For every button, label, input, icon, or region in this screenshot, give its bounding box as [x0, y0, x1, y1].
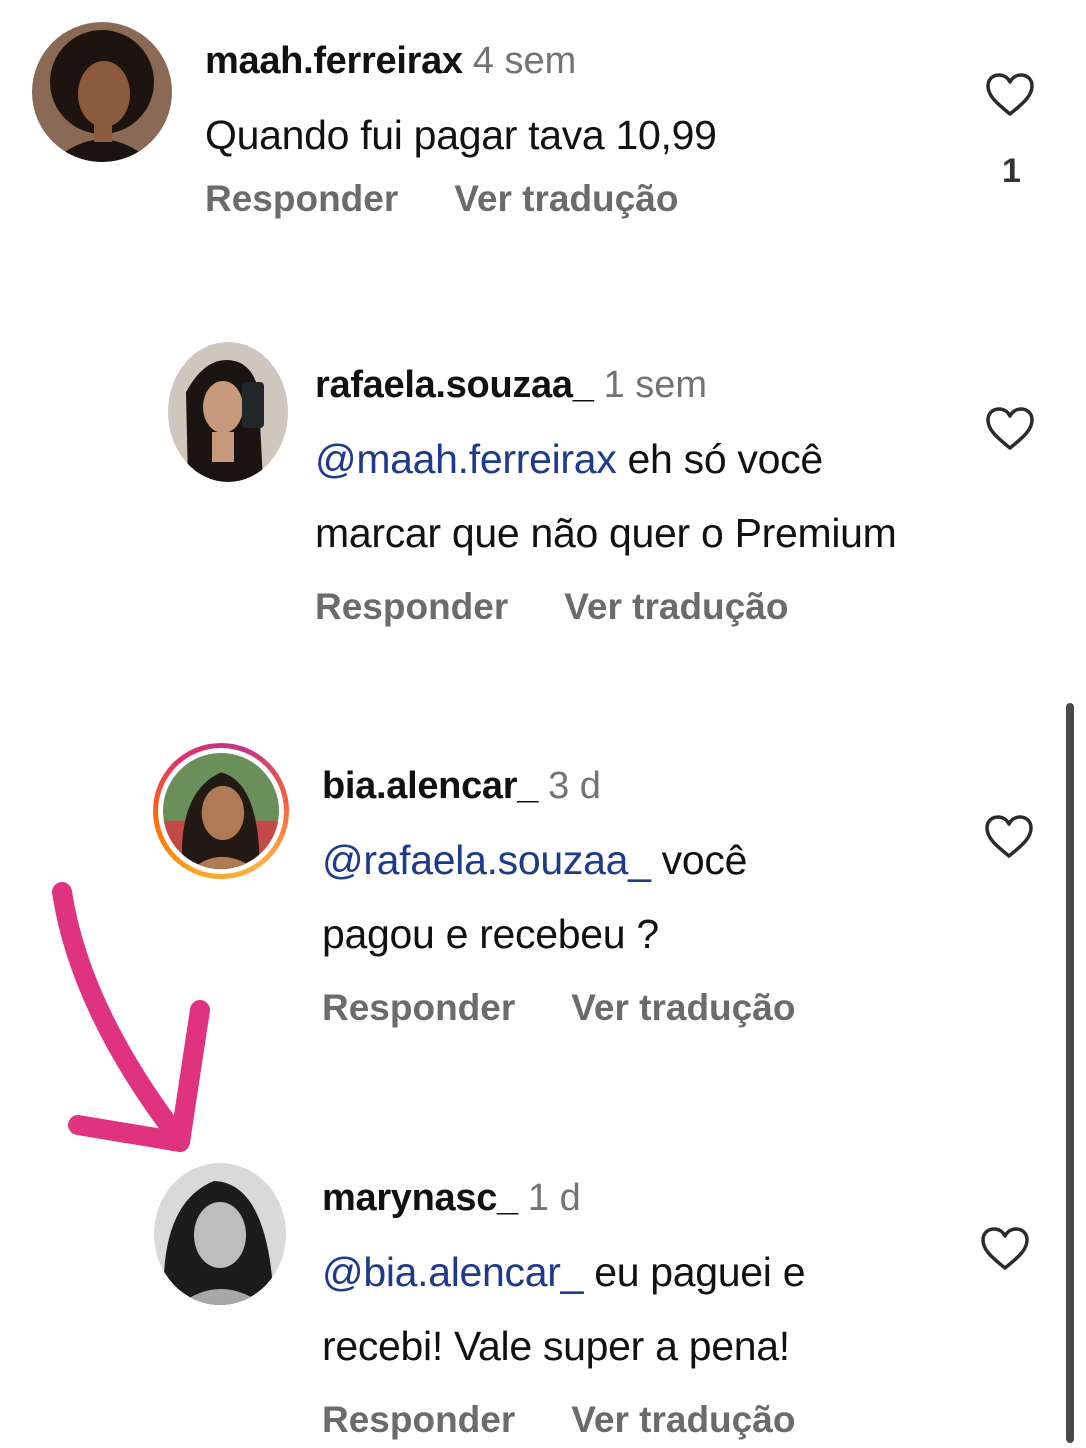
scrollbar[interactable] [1066, 703, 1074, 1443]
comment-time: 1 sem [603, 364, 708, 406]
mention-link[interactable]: @maah.ferreirax [315, 436, 617, 482]
see-translation-button[interactable]: Ver tradução [571, 987, 795, 1029]
comment-actions: Responder Ver tradução [315, 586, 897, 628]
story-ring[interactable] [153, 743, 289, 879]
reply-button[interactable]: Responder [315, 586, 508, 628]
like-button[interactable] [985, 406, 1035, 452]
profile-photo [32, 22, 172, 162]
comment-actions: Responder Ver tradução [322, 987, 795, 1029]
comment-text: @bia.alencar_ eu paguei e recebi! Vale s… [322, 1249, 806, 1369]
see-translation-button[interactable]: Ver tradução [571, 1399, 795, 1441]
profile-photo [168, 342, 288, 482]
comment-text: @rafaela.souzaa_ você pagou e recebeu ? [322, 837, 748, 957]
username[interactable]: marynasc_ [322, 1177, 518, 1219]
mention-link[interactable]: @bia.alencar_ [322, 1249, 583, 1295]
avatar-rafaela-souzaa[interactable] [168, 342, 288, 482]
comment-time: 1 d [527, 1177, 581, 1219]
comment-header: marynasc_ 1 d [322, 1175, 805, 1221]
profile-photo [163, 753, 279, 869]
like-count: 1 [1002, 152, 1021, 190]
comment-header: bia.alencar_ 3 d [322, 763, 795, 809]
username[interactable]: rafaela.souzaa_ [315, 364, 594, 406]
avatar-marynasc[interactable] [154, 1163, 286, 1305]
like-button[interactable] [985, 72, 1035, 118]
like-button[interactable] [980, 1226, 1030, 1272]
avatar-bia-alencar [163, 753, 279, 869]
heart-outline-icon [981, 1227, 1029, 1270]
username[interactable]: maah.ferreirax [205, 40, 463, 82]
mention-link[interactable]: @rafaela.souzaa_ [322, 837, 651, 883]
see-translation-button[interactable]: Ver tradução [564, 586, 788, 628]
heart-outline-icon [986, 73, 1034, 116]
heart-outline-icon [985, 815, 1033, 858]
username[interactable]: bia.alencar_ [322, 765, 538, 807]
heart-outline-icon [986, 407, 1034, 450]
comment-text: @maah.ferreirax eh só você marcar que nã… [315, 436, 897, 556]
reply-button[interactable]: Responder [205, 178, 398, 220]
comment-time: 3 d [548, 765, 601, 807]
comment-header: rafaela.souzaa_ 1 sem [315, 362, 897, 408]
pink-arrow-annotation [52, 882, 210, 1152]
comment-actions: Responder Ver tradução [322, 1399, 805, 1441]
avatar-maah-ferreirax[interactable] [32, 22, 172, 162]
comment-time: 4 sem [472, 40, 577, 82]
like-button[interactable] [984, 814, 1034, 860]
comment-actions: Responder Ver tradução [205, 178, 717, 220]
see-translation-button[interactable]: Ver tradução [454, 178, 678, 220]
profile-photo [154, 1163, 286, 1305]
reply-button[interactable]: Responder [322, 987, 515, 1029]
comment-header: maah.ferreirax 4 sem [205, 38, 717, 84]
comment-text: Quando fui pagar tava 10,99 [205, 112, 717, 158]
reply-button[interactable]: Responder [322, 1399, 515, 1441]
